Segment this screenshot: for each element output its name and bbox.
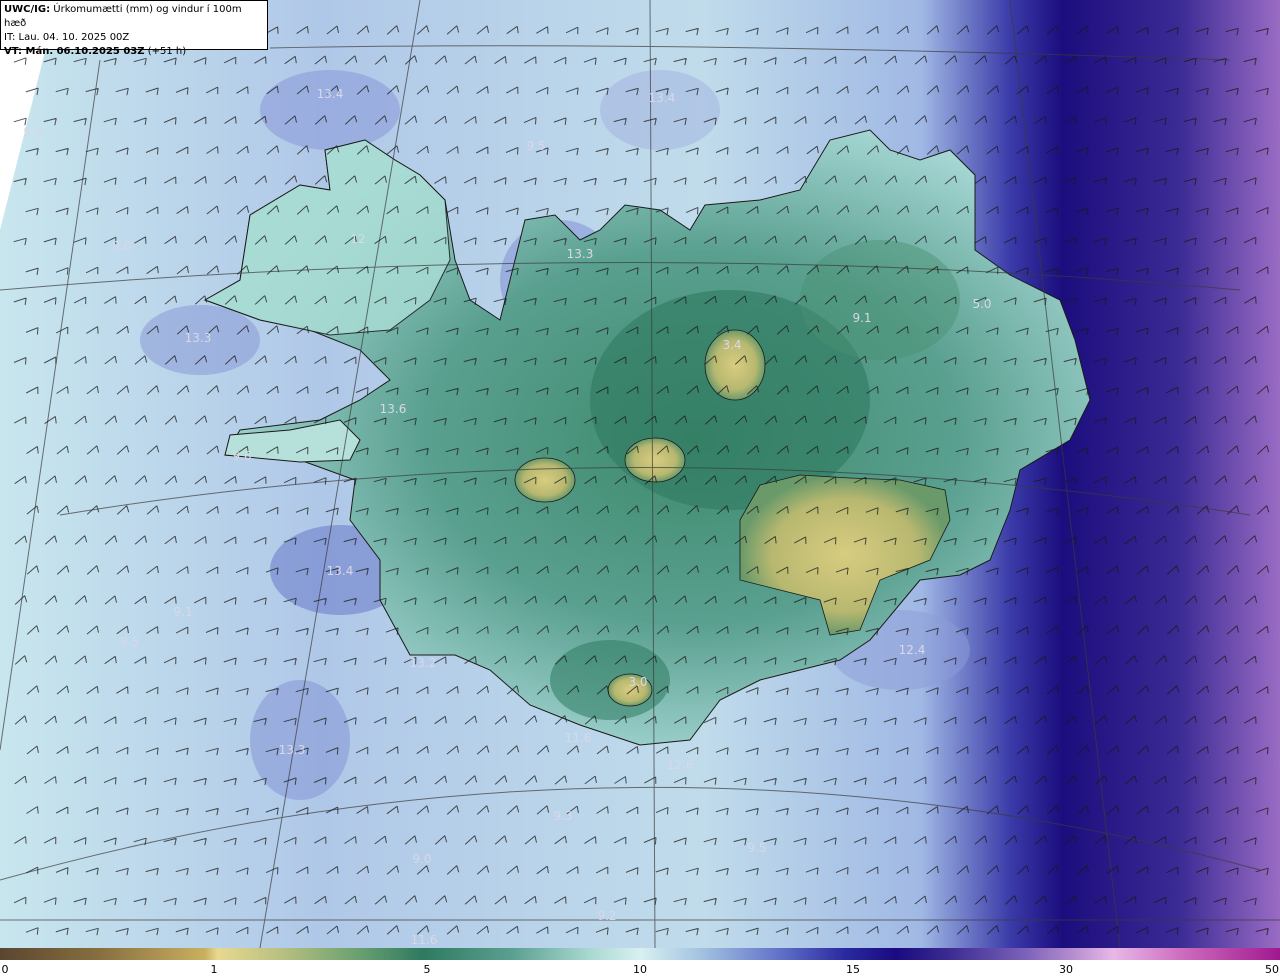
value-label: 9.0 (112, 239, 131, 253)
value-label: 13.3 (279, 743, 306, 757)
colorbar-tick: 50 (1265, 963, 1279, 976)
value-label: 9.5 (747, 841, 766, 855)
product-prefix: UWC/IG: (4, 4, 51, 15)
value-label: 13.4 (649, 91, 676, 105)
value-label: 11.6 (411, 933, 438, 947)
value-label: 13.4 (327, 564, 354, 578)
value-label: 9.5 (120, 635, 139, 649)
langjokull (624, 437, 686, 483)
value-label: 9.2 (597, 909, 616, 923)
title-box: UWC/IG: Úrkomumætti (mm) og vindur í 100… (0, 0, 268, 57)
colorbar-tick: 30 (1059, 963, 1073, 976)
highland-zone (550, 640, 670, 720)
value-label: 12 (350, 232, 365, 246)
title-line-3: VT: Mán. 06.10.2025 03Z (+51 h) (4, 45, 264, 59)
colorbar-tick: 10 (633, 963, 647, 976)
precip-patch (260, 70, 400, 150)
value-label: 12.4 (899, 643, 926, 657)
value-label: 11.6 (565, 731, 592, 745)
weather-map: 13.4 13.4 9.5 9.5 13.3 9.0 12 13.3 5.0 9.1 3.4 13.6… (0, 0, 1280, 978)
value-label: 9.0 (412, 852, 431, 866)
value-label: 9.6 (232, 449, 251, 463)
value-label: 9.1 (852, 311, 871, 325)
colorbar-tick: 0 (1, 963, 9, 976)
precip-patch (600, 70, 720, 150)
colorbar-tick: 1 (210, 963, 218, 976)
value-label: 9.1 (173, 605, 192, 619)
value-label: 9.5 (23, 125, 42, 139)
issue-time: IT: Lau. 04. 10. 2025 00Z (4, 32, 130, 43)
value-label: 13.3 (567, 247, 594, 261)
value-label: 13.4 (317, 87, 344, 101)
value-label: 12.6 (667, 758, 694, 772)
colorbar-tick: 5 (423, 963, 431, 976)
precip-patch (250, 680, 350, 800)
map-canvas: 13.4 13.4 9.5 9.5 13.3 9.0 12 13.3 5.0 9.1 3.4 13.6… (0, 0, 1280, 948)
lead-time: (+51 h) (147, 46, 187, 57)
value-label: 13.2 (410, 656, 437, 670)
colorbar: 0 1 5 10 15 30 50 (0, 948, 1280, 978)
value-label: 5.0 (972, 297, 991, 311)
colorbar-tick: 15 (846, 963, 860, 976)
title-line-1: UWC/IG: Úrkomumætti (mm) og vindur í 100… (4, 3, 264, 31)
value-label: 9.3 (553, 809, 572, 823)
colorbar-strip (0, 948, 1280, 960)
value-label: 13.6 (380, 402, 407, 416)
highland-zone (800, 240, 960, 360)
value-label: 9.5 (526, 139, 545, 153)
value-label: 3.4 (722, 338, 741, 352)
value-label: 3.0 (628, 675, 647, 689)
value-label: 13.3 (185, 331, 212, 345)
valid-time: VT: Mán. 06.10.2025 03Z (4, 46, 145, 57)
